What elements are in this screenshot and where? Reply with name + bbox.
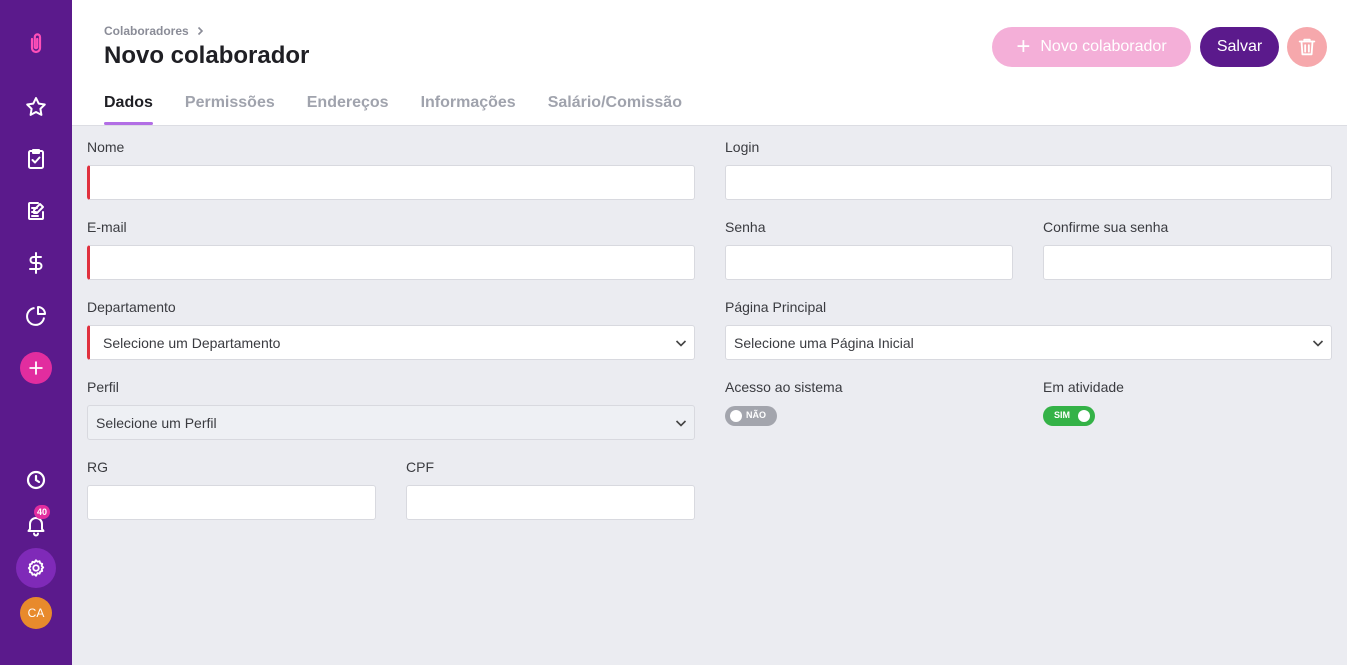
toggle-state-label: SIM — [1054, 410, 1071, 420]
sidebar: 40 CA — [0, 0, 72, 665]
email-input[interactable] — [87, 245, 695, 280]
clipboard-check-icon[interactable] — [22, 145, 50, 173]
delete-button[interactable] — [1287, 27, 1327, 67]
senha-label: Senha — [725, 219, 766, 235]
perfil-label: Perfil — [87, 379, 119, 395]
page-title: Novo colaborador — [104, 42, 310, 69]
tab-enderecos[interactable]: Endereços — [307, 94, 389, 125]
perfil-value: Selecione um Perfil — [96, 414, 217, 431]
trash-icon — [1298, 38, 1316, 56]
tab-informacoes[interactable]: Informações — [421, 94, 516, 125]
perfil-select[interactable]: Selecione um Perfil — [87, 405, 695, 440]
paperclip-logo-icon[interactable] — [22, 30, 50, 58]
pagina-principal-label: Página Principal — [725, 299, 827, 315]
save-button[interactable]: Salvar — [1200, 27, 1279, 67]
rg-label: RG — [87, 459, 108, 475]
avatar[interactable]: CA — [20, 597, 52, 629]
nome-input[interactable] — [87, 165, 695, 200]
new-collaborator-button[interactable]: + Novo colaborador — [992, 27, 1191, 67]
chevron-down-icon — [675, 340, 687, 347]
chevron-down-icon — [675, 420, 687, 427]
clock-icon[interactable] — [22, 466, 50, 494]
new-collaborator-label: Novo colaborador — [1040, 38, 1167, 55]
page-header: Colaboradores Novo colaborador Dados Per… — [72, 0, 1347, 126]
tab-dados[interactable]: Dados — [104, 94, 153, 125]
login-label: Login — [725, 139, 760, 155]
star-icon[interactable] — [22, 93, 50, 121]
breadcrumb-item[interactable]: Colaboradores — [104, 24, 189, 38]
pagina-principal-value: Selecione uma Página Inicial — [734, 334, 914, 351]
toggle-state-label: NÃO — [746, 410, 766, 420]
plus-icon: + — [1016, 33, 1031, 60]
acesso-sistema-label: Acesso ao sistema — [725, 379, 843, 395]
edit-document-icon[interactable] — [22, 197, 50, 225]
departamento-label: Departamento — [87, 299, 176, 315]
breadcrumb[interactable]: Colaboradores — [104, 24, 205, 38]
pie-chart-icon[interactable] — [22, 302, 50, 330]
plus-icon — [29, 361, 43, 375]
chevron-right-icon — [197, 26, 203, 36]
tab-bar: Dados Permissões Endereços Informações S… — [104, 94, 682, 125]
notification-badge: 40 — [34, 505, 50, 519]
rg-input[interactable] — [87, 485, 376, 520]
toggle-knob — [730, 410, 742, 422]
add-button[interactable] — [20, 352, 52, 384]
toggle-knob — [1078, 410, 1090, 422]
confirme-senha-label: Confirme sua senha — [1043, 219, 1169, 235]
gear-icon — [27, 559, 45, 577]
chevron-down-icon — [1312, 340, 1324, 347]
pagina-principal-select[interactable]: Selecione uma Página Inicial — [725, 325, 1332, 360]
senha-input[interactable] — [725, 245, 1013, 280]
tab-salario-comissao[interactable]: Salário/Comissão — [548, 94, 682, 125]
email-label: E-mail — [87, 219, 127, 235]
nome-label: Nome — [87, 139, 125, 155]
departamento-select[interactable]: Selecione um Departamento — [87, 325, 695, 360]
tab-permissoes[interactable]: Permissões — [185, 94, 275, 125]
em-atividade-label: Em atividade — [1043, 379, 1124, 395]
departamento-value: Selecione um Departamento — [103, 334, 281, 351]
cpf-label: CPF — [406, 459, 434, 475]
login-input[interactable] — [725, 165, 1332, 200]
confirme-senha-input[interactable] — [1043, 245, 1332, 280]
em-atividade-toggle[interactable]: SIM — [1043, 406, 1095, 426]
acesso-sistema-toggle[interactable]: NÃO — [725, 406, 777, 426]
settings-button[interactable] — [16, 548, 56, 588]
dollar-icon[interactable] — [22, 249, 50, 277]
cpf-input[interactable] — [406, 485, 695, 520]
